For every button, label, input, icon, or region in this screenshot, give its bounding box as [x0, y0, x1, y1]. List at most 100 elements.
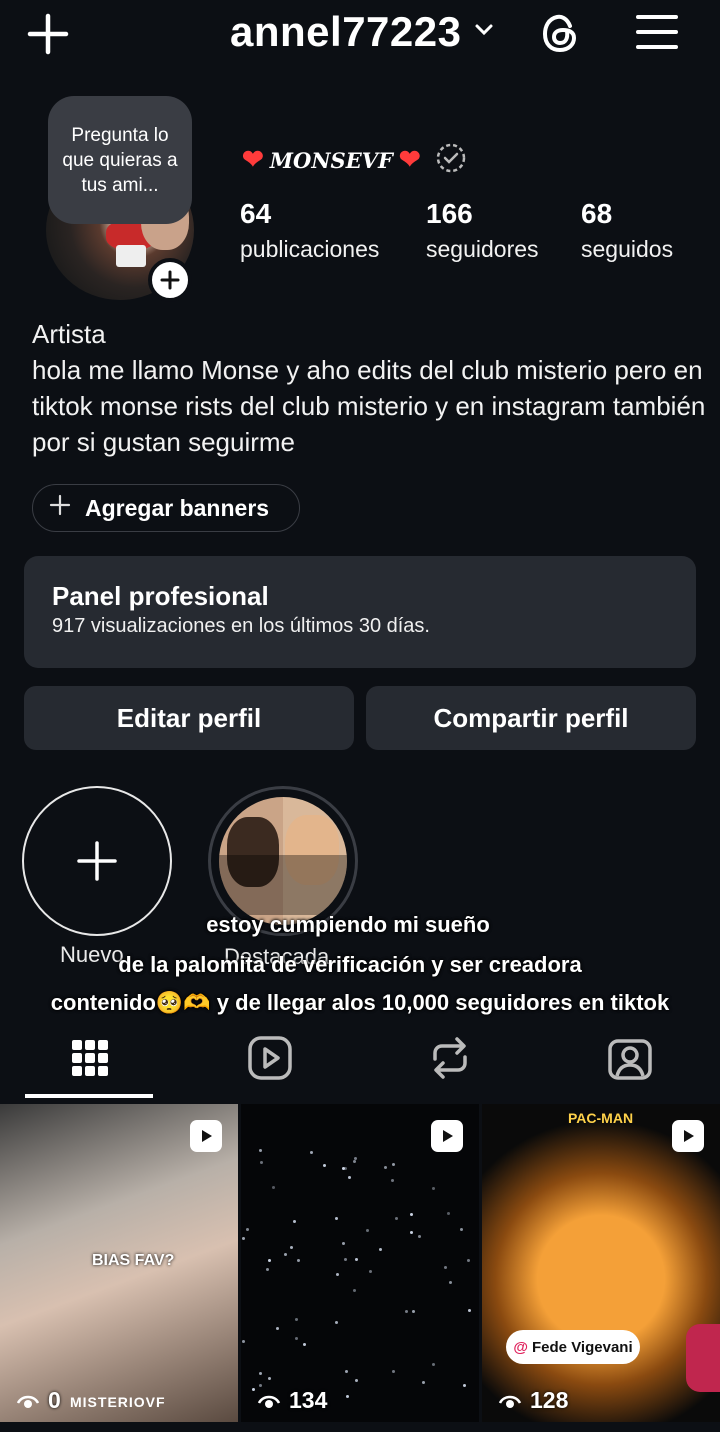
star-dot [303, 1343, 306, 1346]
star-dot [412, 1310, 415, 1313]
category-label: Artista [32, 319, 106, 349]
mention-name: Fede Vigevani [532, 1338, 633, 1356]
star-dot [276, 1327, 279, 1330]
star-dot [410, 1231, 413, 1234]
overlay-caption-line-1: estoy cumpiendo mi sueño [206, 912, 490, 937]
star-dot [345, 1370, 348, 1373]
star-dot [422, 1381, 425, 1384]
view-count-value: 134 [289, 1387, 328, 1413]
star-dot [353, 1289, 356, 1292]
star-dot [293, 1220, 296, 1223]
display-name-row: ❤ MONSEVF ❤ [242, 142, 467, 178]
star-dot [260, 1161, 263, 1164]
plus-icon[interactable] [24, 10, 72, 58]
add-banners-label: Agregar banners [85, 494, 270, 521]
star-dot [268, 1259, 271, 1262]
verified-dashed-icon[interactable] [435, 142, 467, 179]
note-text: Pregunta lo que quieras a tus ami... [62, 124, 178, 196]
view-count: 134 [257, 1387, 327, 1414]
star-dot [366, 1229, 369, 1232]
share-profile-label: Compartir perfil [433, 702, 629, 733]
floating-action-button[interactable] [686, 1324, 720, 1392]
star-dot [369, 1270, 372, 1273]
followers-stat[interactable]: 166 seguidores [426, 196, 539, 266]
star-dot [444, 1266, 447, 1269]
star-dot [348, 1176, 351, 1179]
note-bubble[interactable]: Pregunta lo que quieras a tus ami... [48, 96, 192, 224]
star-dot [246, 1228, 249, 1231]
star-dot [392, 1163, 395, 1166]
star-dot [467, 1259, 470, 1262]
edit-profile-button[interactable]: Editar perfil [24, 686, 354, 750]
followers-count: 166 [426, 198, 473, 229]
tab-reposts[interactable] [385, 1020, 515, 1096]
overlay-caption-line-3: contenido🥺🫶 y de llegar alos 10,000 segu… [50, 990, 670, 1015]
star-dot [268, 1377, 271, 1380]
grid-icon [72, 1040, 108, 1076]
post-tile[interactable]: BIAS FAV? 0 MISTERIOVF [0, 1104, 238, 1422]
post-tile[interactable]: 134 [241, 1104, 479, 1422]
star-dot [355, 1258, 358, 1261]
add-story-icon[interactable] [148, 258, 192, 302]
tab-tagged[interactable] [565, 1020, 695, 1096]
star-dot [463, 1384, 466, 1387]
star-dot [272, 1186, 275, 1189]
menu-icon[interactable] [634, 10, 680, 54]
posts-count: 64 [240, 198, 272, 229]
active-tab-indicator [25, 1094, 153, 1098]
star-dot [252, 1388, 255, 1391]
reel-play-icon [672, 1120, 704, 1152]
star-dot [395, 1217, 398, 1220]
star-dot [259, 1384, 262, 1387]
eye-icon [257, 1395, 281, 1408]
star-dot [353, 1160, 356, 1163]
panel-subtitle: 917 visualizaciones en los últimos 30 dí… [52, 615, 430, 637]
star-dot [295, 1318, 298, 1321]
star-dot [259, 1149, 262, 1152]
star-dot [284, 1253, 287, 1256]
star-dot [242, 1237, 245, 1240]
star-dot [460, 1228, 463, 1231]
heart-icon: ❤ [398, 145, 421, 175]
following-count: 68 [581, 198, 613, 229]
professional-dashboard[interactable]: Panel profesional 917 visualizaciones en… [24, 556, 696, 668]
tagged-person-icon [608, 1039, 652, 1080]
chevron-down-icon [474, 23, 494, 42]
reels-icon [248, 1036, 292, 1080]
edit-profile-label: Editar perfil [116, 702, 262, 733]
following-stat[interactable]: 68 seguidos [581, 196, 673, 266]
star-dot [355, 1379, 358, 1382]
star-dot [335, 1321, 338, 1324]
star-dot [410, 1213, 413, 1216]
star-dot [297, 1259, 300, 1262]
post-tile[interactable]: PAC-MAN @ Fede Vigevani 128 [482, 1104, 720, 1422]
panel-title: Panel profesional [52, 581, 269, 611]
tab-grid[interactable] [25, 1020, 155, 1096]
add-banners-button[interactable]: Agregar banners [32, 484, 300, 532]
star-dot [342, 1242, 345, 1245]
view-count-value: 0 [48, 1387, 61, 1413]
star-dot [418, 1235, 421, 1238]
star-dot [344, 1258, 347, 1261]
bio-text: hola me llamo Monse y aho edits del club… [32, 355, 706, 457]
tab-reels[interactable] [205, 1020, 335, 1096]
star-dot [310, 1151, 313, 1154]
view-count-value: 128 [530, 1387, 569, 1413]
star-dot [342, 1167, 345, 1170]
share-profile-button[interactable]: Compartir perfil [366, 686, 696, 750]
plus-icon [49, 494, 71, 522]
star-dot [432, 1187, 435, 1190]
star-dot [379, 1248, 382, 1251]
heart-icon: ❤ [242, 145, 264, 175]
star-dot [335, 1217, 338, 1220]
posts-stat[interactable]: 64 publicaciones [240, 196, 379, 266]
followers-label: seguidores [426, 236, 539, 262]
threads-icon[interactable] [536, 8, 584, 58]
account-switcher[interactable]: annel77223 [230, 4, 494, 60]
star-dot [392, 1370, 395, 1373]
eye-icon [498, 1395, 522, 1408]
star-dot [323, 1164, 326, 1167]
star-dot [391, 1179, 394, 1182]
reel-play-icon [190, 1120, 222, 1152]
display-name: MONSEVF [269, 147, 393, 173]
